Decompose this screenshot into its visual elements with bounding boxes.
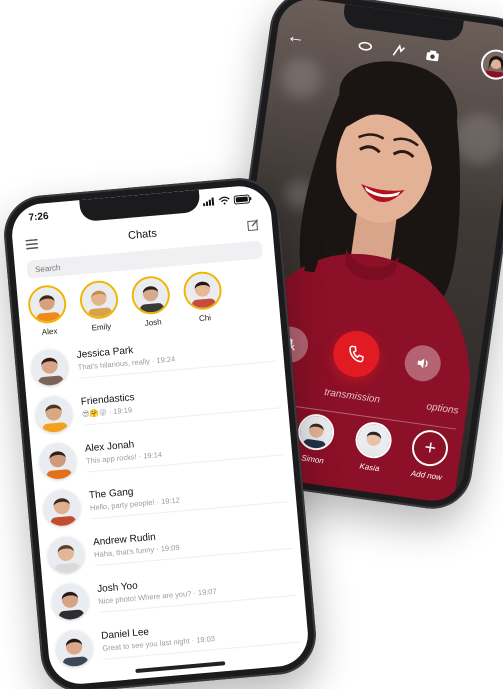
chat-text: Jessica Park That's hilarious, really · 1… xyxy=(76,332,277,379)
visitor-item[interactable]: Kasia xyxy=(351,419,394,475)
chat-text: The Gang Hello, party people! · 19:12 xyxy=(88,473,289,520)
status-time: 7:26 xyxy=(28,210,49,224)
avatar xyxy=(50,581,90,621)
back-arrow-icon[interactable]: ← xyxy=(286,25,319,50)
chat-text: Alex Jonah This app rocks! · 19:14 xyxy=(84,426,285,473)
speaker-icon xyxy=(417,358,428,369)
avatar xyxy=(30,347,70,387)
avatar xyxy=(38,441,78,481)
camera-icon[interactable] xyxy=(422,46,442,66)
avatar xyxy=(26,283,68,325)
story-item[interactable]: Josh xyxy=(130,274,172,329)
visitor-avatar xyxy=(296,411,337,453)
signal-icon xyxy=(202,197,215,207)
status-icons xyxy=(202,194,252,207)
add-visitor-button[interactable]: + Add now xyxy=(408,427,451,483)
story-name: Alex xyxy=(41,326,58,337)
chat-text: Andrew Rudin Haha, that's funny · 19:09 xyxy=(92,520,293,567)
menu-icon[interactable] xyxy=(24,237,39,252)
story-name: Josh xyxy=(144,317,162,328)
stage: ← transmission options Simon Kasia + Add… xyxy=(0,0,503,689)
avatar xyxy=(46,534,86,574)
chats-phone: 7:26 Chats AlexEmilyJoshChi Jessica Par xyxy=(0,174,320,689)
compose-icon[interactable] xyxy=(245,218,260,233)
avatar xyxy=(34,394,74,434)
end-call-button[interactable] xyxy=(330,328,383,380)
chat-text: Daniel Lee Great to see you last night · … xyxy=(100,613,301,660)
story-name: Chi xyxy=(198,313,212,324)
avatar xyxy=(42,487,82,527)
phone-icon xyxy=(349,345,364,363)
chats-screen: 7:26 Chats AlexEmilyJoshChi Jessica Par xyxy=(9,183,311,687)
tab-options[interactable]: options xyxy=(425,401,459,422)
chat-list: Jessica Park That's hilarious, really · 1… xyxy=(30,324,302,673)
plus-icon: + xyxy=(409,427,451,469)
wifi-icon xyxy=(218,196,230,205)
avatar xyxy=(130,274,172,316)
avatar xyxy=(54,628,94,668)
battery-icon xyxy=(233,194,252,204)
page-title: Chats xyxy=(127,227,158,242)
avatar xyxy=(78,279,120,321)
effects-icon[interactable] xyxy=(389,41,409,61)
story-name: Emily xyxy=(91,321,112,333)
visitor-avatar xyxy=(352,419,394,461)
attachment-icon[interactable] xyxy=(355,36,375,56)
story-item[interactable]: Emily xyxy=(78,279,120,333)
chat-text: Friendastics 😎🤗😜 · 19:19 xyxy=(80,379,281,426)
chat-text: Josh Yoo Nice photo! Where are you? · 19:… xyxy=(96,566,297,613)
story-item[interactable]: Chi xyxy=(182,270,224,324)
avatar xyxy=(182,270,224,312)
speaker-button[interactable] xyxy=(402,342,444,384)
story-item[interactable]: Alex xyxy=(26,283,69,338)
